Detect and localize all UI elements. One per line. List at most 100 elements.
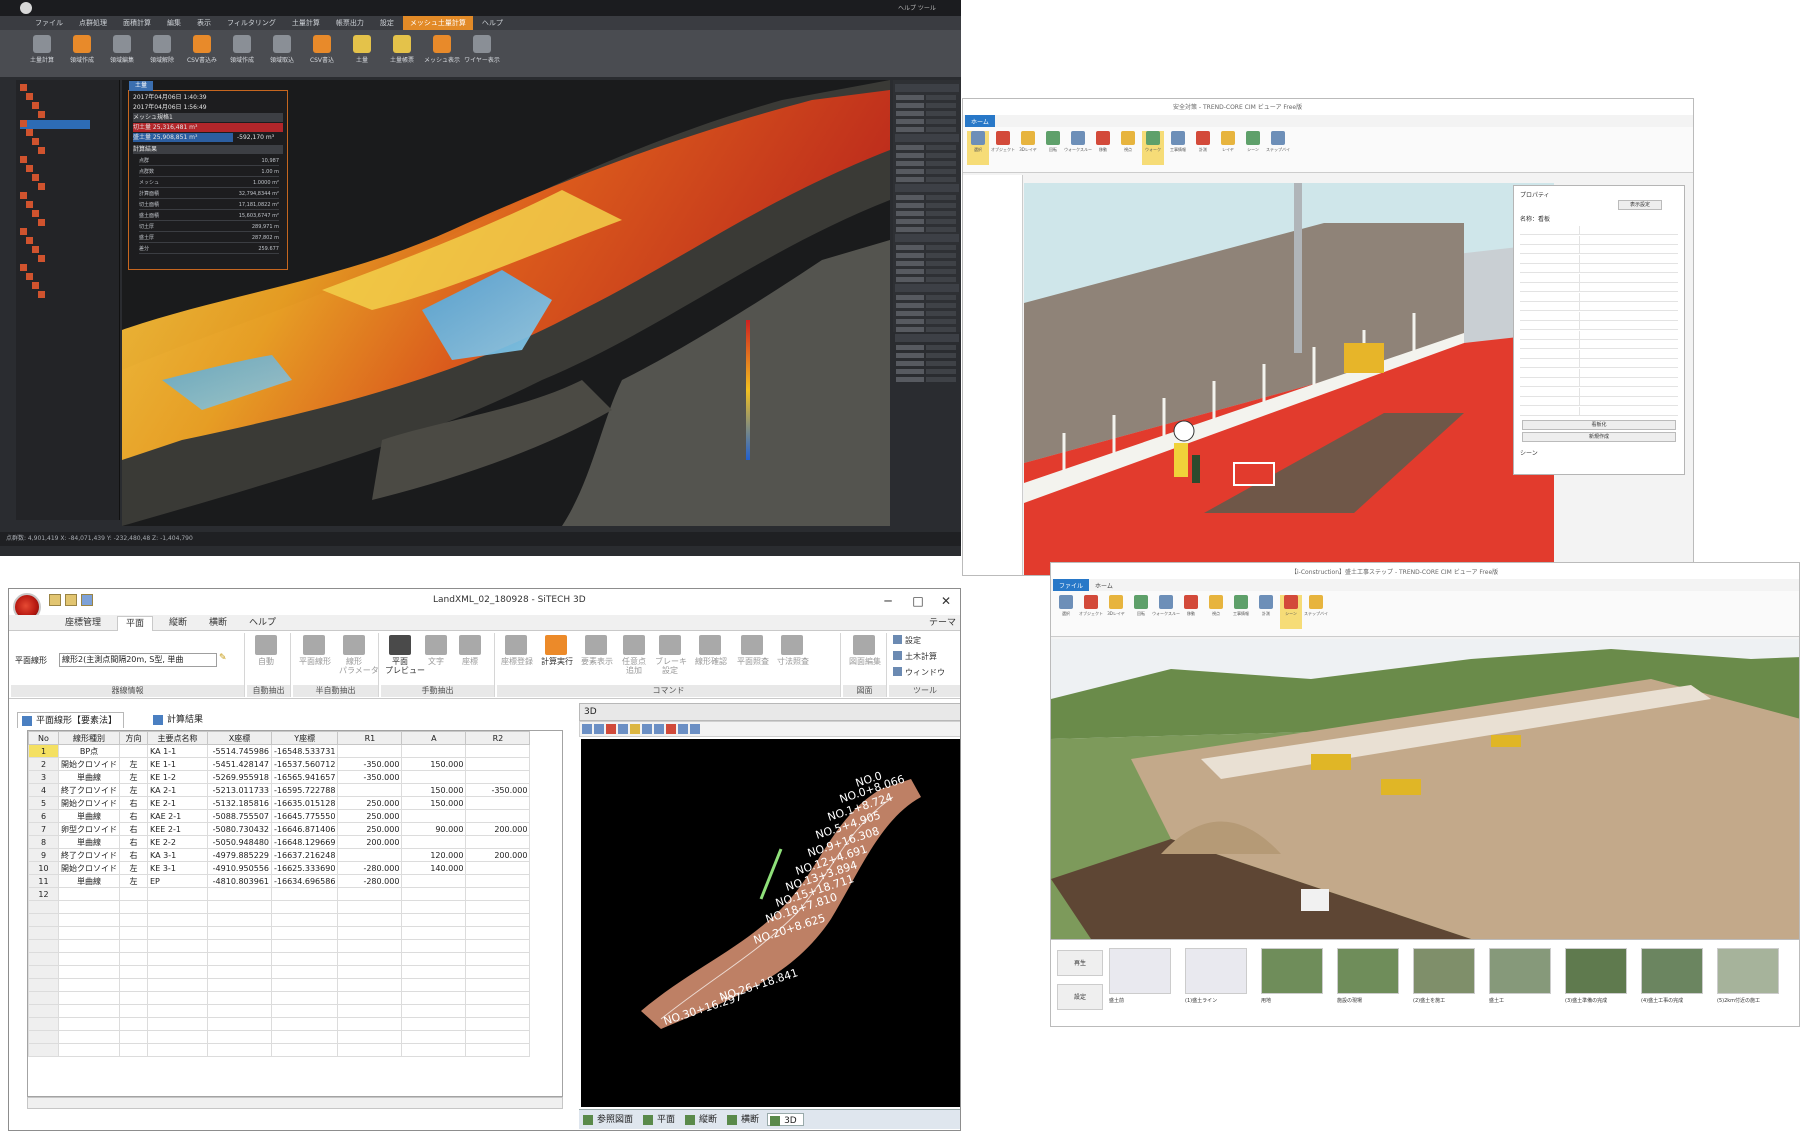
settings-button[interactable]: 設定 (893, 635, 921, 646)
property-row[interactable] (1520, 292, 1678, 302)
color-icon[interactable] (666, 724, 676, 734)
table-row[interactable]: 7 卵型クロソイド右 KEE 2-1 -5080.730432 -16646.87140… (28, 822, 531, 836)
table-cell[interactable]: -16648.129669 (270, 835, 339, 849)
table-cell[interactable] (465, 809, 531, 823)
layer-tree-node[interactable] (32, 174, 90, 183)
property-row[interactable] (1520, 264, 1678, 273)
table-cell[interactable] (207, 887, 272, 901)
pencil-icon[interactable]: ✎ (219, 653, 239, 667)
layer-tree-node[interactable] (26, 237, 90, 246)
table-cell[interactable]: -4979.885229 (207, 848, 272, 862)
table-cell[interactable]: 右 (119, 835, 148, 849)
window-button[interactable]: ウィンドウ (893, 667, 945, 678)
ribbon-button[interactable]: 視点 (1117, 131, 1139, 165)
table-cell[interactable] (465, 744, 531, 758)
tab-home[interactable]: ホーム (1089, 579, 1119, 591)
signboard-button[interactable]: 看板化 (1522, 420, 1676, 430)
table-cell[interactable]: -4810.803961 (207, 874, 272, 888)
scene-thumbnail[interactable]: 盛土工 (1489, 948, 1551, 1010)
table-cell[interactable]: 140.000 (401, 861, 467, 875)
property-section-header[interactable] (895, 334, 959, 342)
render-icon[interactable] (690, 724, 700, 734)
table-cell[interactable]: 200.000 (465, 848, 531, 862)
ribbon-button[interactable]: シーン (1280, 595, 1302, 629)
table-cell[interactable]: KE 2-2 (147, 835, 208, 849)
column-header[interactable]: No (28, 731, 59, 745)
table-cell[interactable]: -5088.755507 (207, 809, 272, 823)
table-cell[interactable]: 2 (28, 757, 59, 771)
property-section-header[interactable] (895, 284, 959, 292)
ribbon-button[interactable]: シーン (1242, 131, 1264, 165)
table-row[interactable]: 10 開始クロソイド左 KE 3-1 -4910.950556 -16625.33369… (28, 861, 531, 875)
table-cell[interactable]: 1 (28, 744, 59, 758)
table-cell[interactable]: 終了クロソイド (58, 848, 120, 862)
layer-tree-node[interactable] (26, 165, 90, 174)
fit-icon[interactable] (618, 724, 628, 734)
ribbon-button[interactable]: ウォークスルー (1152, 595, 1180, 629)
table-cell[interactable]: 左 (119, 783, 148, 797)
ribbon-button[interactable]: 平面線形 (299, 635, 331, 679)
ribbon-button[interactable]: オブジェクト (1079, 595, 1103, 629)
table-cell[interactable] (401, 874, 467, 888)
table-row[interactable]: 11 単曲線左 EP -4810.803961 -16634.696586 -280.00… (28, 874, 531, 888)
layer-tree-node[interactable] (20, 264, 90, 273)
ribbon-button[interactable]: 領域編集 (104, 33, 140, 73)
table-cell[interactable]: -350.000 (465, 783, 531, 797)
layer-tree-node[interactable] (20, 84, 90, 93)
table-cell[interactable] (119, 887, 148, 901)
ribbon-button[interactable]: 平面 プレビュー (385, 635, 425, 679)
tab-cross[interactable]: 横断 (201, 616, 235, 631)
safety-scene-viewport[interactable] (1024, 183, 1554, 575)
move-icon[interactable] (654, 724, 664, 734)
column-header[interactable]: A (401, 731, 467, 745)
table-cell[interactable]: KA 3-1 (147, 848, 208, 862)
table-row[interactable]: 4 終了クロソイド左 KA 2-1 -5213.011733 -16595.722788… (28, 783, 531, 797)
layer-tree-node[interactable] (38, 183, 90, 192)
table-row[interactable]: 1 BP点 KA 1-1 -5514.745986 -16548.533731 (28, 744, 531, 758)
table-cell[interactable]: -16637.216248 (270, 848, 339, 862)
layer-tree-node[interactable] (38, 111, 90, 120)
layer-tree-node[interactable] (32, 102, 90, 111)
table-cell[interactable] (337, 848, 403, 862)
layer-tree-node[interactable] (20, 192, 90, 201)
embankment-viewport[interactable] (1051, 639, 1799, 939)
ribbon-button[interactable]: 移動 (1180, 595, 1202, 629)
scene-thumbnail[interactable]: (4)盛土工事の完成 (1641, 948, 1703, 1010)
menu-item[interactable]: フィルタリング (220, 16, 283, 30)
property-row[interactable] (1520, 311, 1678, 321)
table-cell[interactable]: -16595.722788 (270, 783, 339, 797)
ribbon-button[interactable]: 文字 (421, 635, 451, 679)
tab-help[interactable]: ヘルプ (241, 616, 284, 631)
layer-tree-node[interactable] (26, 273, 90, 282)
ribbon-button[interactable]: CSV書込み (184, 33, 220, 73)
ribbon-button[interactable]: メッシュ表示 (424, 33, 460, 73)
table-cell[interactable]: EP (147, 874, 208, 888)
table-cell[interactable]: 250.000 (337, 796, 403, 810)
property-row[interactable] (1520, 226, 1678, 235)
layer-tree-node[interactable] (32, 138, 90, 147)
table-cell[interactable] (401, 809, 467, 823)
maximize-button[interactable]: □ (909, 593, 927, 609)
app-logo-icon[interactable] (20, 2, 32, 14)
menu-item[interactable]: 帳票出力 (329, 16, 371, 30)
table-cell[interactable]: -350.000 (337, 757, 403, 771)
tab-plan[interactable]: 平面 (117, 616, 154, 631)
ribbon-button[interactable]: 回転 (1042, 131, 1064, 165)
alignment-3d-view[interactable]: NO.0 NO.0+8.066 NO.1+8.724 NO.5+4.905 NO.9+1… (581, 739, 960, 1107)
ribbon-button[interactable]: 任意点 追加 (619, 635, 649, 679)
pointcloud-viewport[interactable]: 土量 2017年04月06日 1:40:39 2017年04月06日 1:56:… (122, 80, 890, 526)
view-tab[interactable]: 横断 (725, 1113, 765, 1126)
table-cell[interactable]: 120.000 (401, 848, 467, 862)
table-cell[interactable]: 左 (119, 757, 148, 771)
table-cell[interactable]: 5 (28, 796, 59, 810)
table-cell[interactable]: 150.000 (401, 796, 467, 810)
view-tab[interactable]: 平面 (641, 1113, 681, 1126)
table-cell[interactable]: 6 (28, 809, 59, 823)
table-cell[interactable] (401, 744, 467, 758)
property-row[interactable] (1520, 302, 1678, 311)
table-cell[interactable]: KE 3-1 (147, 861, 208, 875)
ribbon-button[interactable]: ステップバイ (1304, 595, 1328, 629)
table-row[interactable]: 8 単曲線右 KE 2-2 -5050.948480 -16648.129669 200.… (28, 835, 531, 849)
view-tab[interactable]: 参照図面 (581, 1113, 639, 1126)
property-row[interactable] (1520, 349, 1678, 359)
